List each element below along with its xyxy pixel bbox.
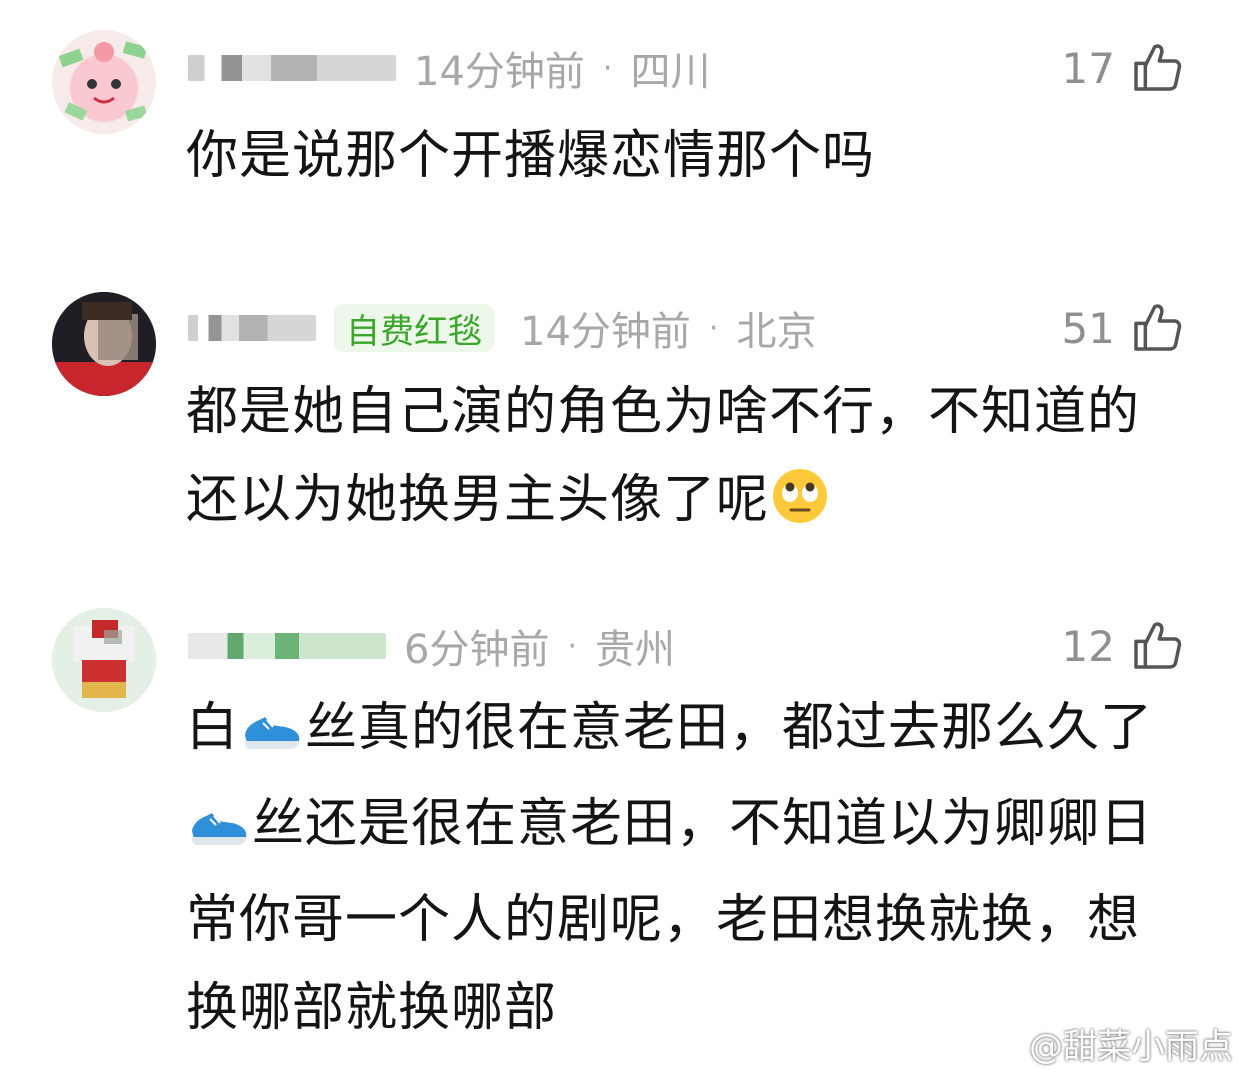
comment-text: 你是说那个开播爆恋情那个吗	[186, 126, 876, 186]
avatar[interactable]	[52, 30, 156, 134]
username-blurred[interactable]	[188, 55, 396, 81]
like-count: 17	[1061, 43, 1115, 93]
comment-text: 白 丝真的很在意老田，都过去那么久了 丝还是很在意老田，不知道以为卿卿日 常你哥一…	[186, 684, 1196, 1052]
weibo-icon	[981, 1022, 1021, 1065]
avatar-image	[52, 30, 156, 134]
comment-item: 14分钟前 · 四川 17 你是说那个开播爆恋情那个吗	[0, 0, 1245, 240]
comment-text-line: 丝还是很在意老田，不知道以为卿卿日	[186, 780, 1196, 876]
comment-text-line: 还以为她换男主头像了呢	[186, 456, 1196, 552]
comment-text-line: 白 丝真的很在意老田，都过去那么久了	[186, 684, 1196, 780]
meta-separator: ·	[602, 50, 613, 86]
comment-text-segment: 白	[186, 698, 240, 758]
comment-text-line: 常你哥一个人的剧呢，老田想换就换，想	[186, 890, 1141, 950]
comment-text-segment: 丝真的很在意老田，都过去那么久了	[305, 698, 1154, 758]
thumbs-up-icon[interactable]	[1129, 618, 1185, 674]
comment-text-segment: 还以为她换男主头像了呢	[186, 470, 770, 530]
thumbs-up-icon[interactable]	[1129, 40, 1185, 96]
watermark-text: @甜菜小雨点	[1029, 1027, 1233, 1067]
meta-separator: ·	[567, 628, 577, 664]
watermark: @甜菜小雨点	[981, 1019, 1233, 1068]
avatar-image	[52, 608, 156, 712]
avatar-image	[52, 292, 156, 396]
username-blurred[interactable]	[188, 633, 386, 659]
user-badge: 自费红毯	[334, 304, 494, 352]
eye-roll-emoji	[771, 464, 829, 552]
comment-text-segment: 丝还是很在意老田，不知道以为卿卿日	[252, 794, 1154, 854]
like-button[interactable]: 51	[1062, 298, 1185, 358]
like-button[interactable]: 17	[1062, 38, 1185, 98]
comment-time: 14分钟前	[520, 309, 691, 355]
comment-text: 都是她自己演的角色为啥不行，不知道的 还以为她换男主头像了呢	[186, 368, 1196, 552]
comment-meta: 6分钟前 · 贵州	[188, 616, 675, 676]
comment-item: 自费红毯 14分钟前 · 北京 51 都是她自己演的角色为啥不行，不知道的 还以…	[0, 270, 1245, 570]
thumbs-up-icon[interactable]	[1129, 300, 1185, 356]
comment-item: 6分钟前 · 贵州 12 白 丝真的很在意老田，都过去那么久了 丝还是很在意老田，…	[0, 590, 1245, 1050]
meta-separator: ·	[708, 310, 719, 346]
avatar[interactable]	[52, 292, 156, 396]
like-count: 12	[1061, 621, 1115, 671]
like-count: 51	[1061, 303, 1115, 353]
comment-meta: 14分钟前 · 四川	[188, 38, 710, 98]
comment-location: 四川	[630, 49, 711, 95]
comment-time: 6分钟前	[404, 627, 550, 673]
avatar[interactable]	[52, 608, 156, 712]
comment-location: 贵州	[595, 627, 675, 673]
comment-meta: 自费红毯 14分钟前 · 北京	[188, 298, 816, 358]
running-shoe-emoji	[241, 692, 303, 780]
comment-time: 14分钟前	[414, 49, 585, 95]
comment-location: 北京	[736, 309, 817, 355]
comment-text-line: 都是她自己演的角色为啥不行，不知道的	[186, 382, 1141, 442]
running-shoe-emoji	[188, 788, 250, 876]
like-button[interactable]: 12	[1062, 616, 1185, 676]
username-blurred[interactable]	[188, 315, 316, 341]
